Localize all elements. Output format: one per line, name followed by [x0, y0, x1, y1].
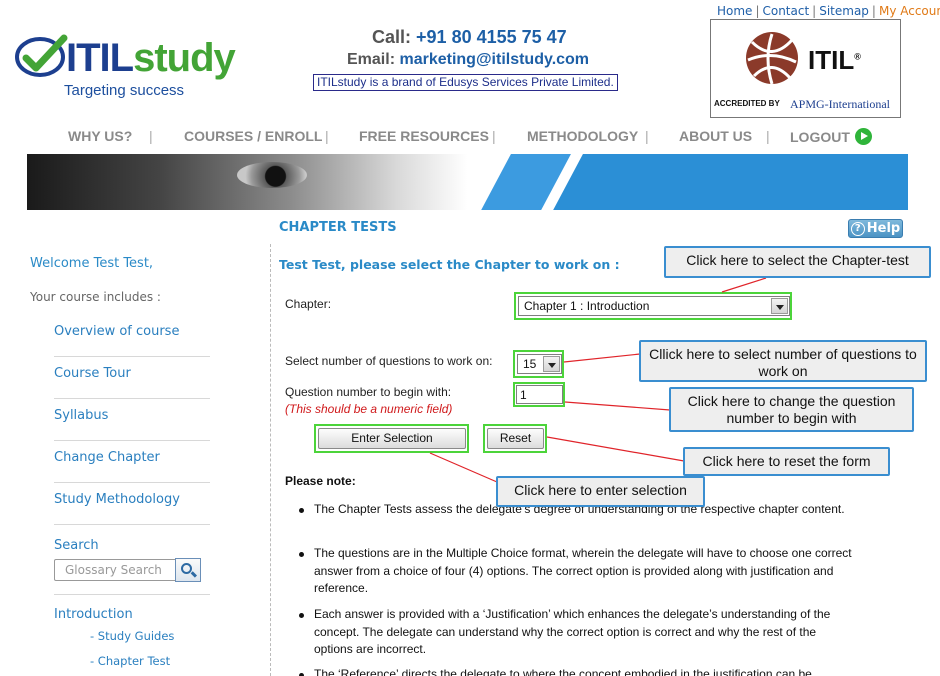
- glossary-search-input[interactable]: Glossary Search: [54, 559, 176, 581]
- banner-eye-image: [237, 162, 307, 188]
- note-item: Each answer is provided with a ‘Justific…: [299, 606, 854, 659]
- begin-question-label: Question number to begin with:: [285, 385, 452, 399]
- nav-logout[interactable]: LOGOUT: [790, 128, 872, 145]
- main-nav: WHY US? | COURSES / ENROLL | FREE RESOUR…: [48, 124, 908, 148]
- nav-methodology[interactable]: METHODOLOGY: [527, 128, 638, 144]
- phone-contact: Call: +91 80 4155 75 47: [372, 27, 567, 47]
- logo-tagline: Targeting success: [64, 82, 185, 99]
- home-link[interactable]: Home: [717, 4, 752, 18]
- enter-selection-button[interactable]: Enter Selection: [318, 428, 466, 449]
- contact-link[interactable]: Contact: [762, 4, 809, 18]
- top-links: Home|Contact|Sitemap|My Account: [717, 4, 940, 18]
- sidebar-sublink-study-guides[interactable]: - Study Guides: [90, 629, 174, 643]
- connector-line: [563, 353, 641, 363]
- welcome-text: Welcome Test Test,: [30, 256, 154, 271]
- course-includes-label: Your course includes :: [30, 290, 161, 304]
- sidebar-sublink-chapter-test[interactable]: - Chapter Test: [90, 654, 170, 668]
- sidebar-divider-line: [54, 594, 210, 595]
- note-item: The questions are in the Multiple Choice…: [299, 545, 854, 598]
- please-note-title: Please note:: [285, 474, 356, 488]
- connector-line: [721, 277, 767, 293]
- help-icon: ?: [850, 222, 865, 236]
- connector-line: [564, 401, 671, 411]
- sidebar-section-introduction[interactable]: Introduction: [54, 607, 133, 622]
- sidebar-divider-line: [54, 398, 210, 399]
- note-item: The ‘Reference’ directs the delegate to …: [299, 666, 854, 676]
- callout-begin: Click here to change the question number…: [669, 387, 914, 432]
- sidebar-divider-line: [54, 482, 210, 483]
- itil-word: ITIL®: [808, 45, 861, 75]
- itil-swirl-icon: [746, 32, 798, 85]
- bullet-icon: [299, 508, 304, 513]
- sidebar-divider-line: [54, 356, 210, 357]
- section-title: CHAPTER TESTS: [279, 220, 397, 235]
- sidebar-divider-line: [54, 440, 210, 441]
- numeric-field-note: (This should be a numeric field): [285, 402, 453, 416]
- connector-line: [429, 452, 498, 483]
- logo-wordmark: ITILstudy: [66, 36, 236, 80]
- header-banner: [27, 154, 908, 210]
- bullet-icon: [299, 552, 304, 557]
- help-button[interactable]: ? Help: [848, 219, 903, 238]
- bullet-icon: [299, 613, 304, 618]
- checkmark-ring-icon: [15, 34, 68, 77]
- chevron-down-icon: [771, 298, 788, 314]
- sidebar-link-syllabus[interactable]: Syllabus: [54, 408, 108, 423]
- questions-count-select[interactable]: 15: [517, 354, 562, 374]
- connector-line: [546, 436, 685, 462]
- callout-enter: Click here to enter selection: [496, 476, 705, 507]
- reset-button[interactable]: Reset: [487, 428, 544, 449]
- accredited-by-label: ACCREDITED BY: [714, 99, 780, 108]
- begin-question-input[interactable]: 1: [516, 385, 563, 404]
- email-contact: Email: marketing@itilstudy.com: [347, 51, 590, 68]
- sidebar-link-course-tour[interactable]: Course Tour: [54, 366, 131, 381]
- sidebar-link-study-methodology[interactable]: Study Methodology: [54, 492, 180, 507]
- sidebar-divider: [270, 244, 271, 676]
- search-button[interactable]: [175, 558, 201, 582]
- callout-chapter: Click here to select the Chapter-test: [664, 246, 931, 278]
- nav-free-resources[interactable]: FREE RESOURCES: [359, 128, 489, 144]
- my-account-link[interactable]: My Account: [879, 4, 940, 18]
- apmg-label: APMG-International: [790, 97, 890, 111]
- sitemap-link[interactable]: Sitemap: [819, 4, 869, 18]
- chevron-down-icon: [543, 356, 560, 372]
- brand-note: ITILstudy is a brand of Edusys Services …: [313, 74, 618, 91]
- nav-courses-enroll[interactable]: COURSES / ENROLL: [184, 128, 322, 144]
- callout-questions: Cllick here to select number of question…: [639, 340, 927, 382]
- nav-about-us[interactable]: ABOUT US: [679, 128, 752, 144]
- logout-play-icon: [854, 128, 872, 145]
- itil-accreditation-badge: ITIL® ACCREDITED BY APMG-International: [710, 19, 901, 118]
- sidebar-link-change-chapter[interactable]: Change Chapter: [54, 450, 160, 465]
- chapter-label: Chapter:: [285, 297, 332, 311]
- callout-reset: Click here to reset the form: [683, 447, 890, 476]
- sidebar-link-overview[interactable]: Overview of course: [54, 324, 179, 339]
- search-label: Search: [54, 538, 99, 553]
- questions-count-label: Select number of questions to work on:: [285, 354, 493, 368]
- itilstudy-logo[interactable]: ITILstudy Targeting success: [14, 34, 236, 104]
- chapter-select[interactable]: Chapter 1 : Introduction: [518, 296, 790, 316]
- sidebar-divider-line: [54, 524, 210, 525]
- nav-why-us[interactable]: WHY US?: [68, 128, 132, 144]
- form-heading: Test Test, please select the Chapter to …: [279, 257, 620, 272]
